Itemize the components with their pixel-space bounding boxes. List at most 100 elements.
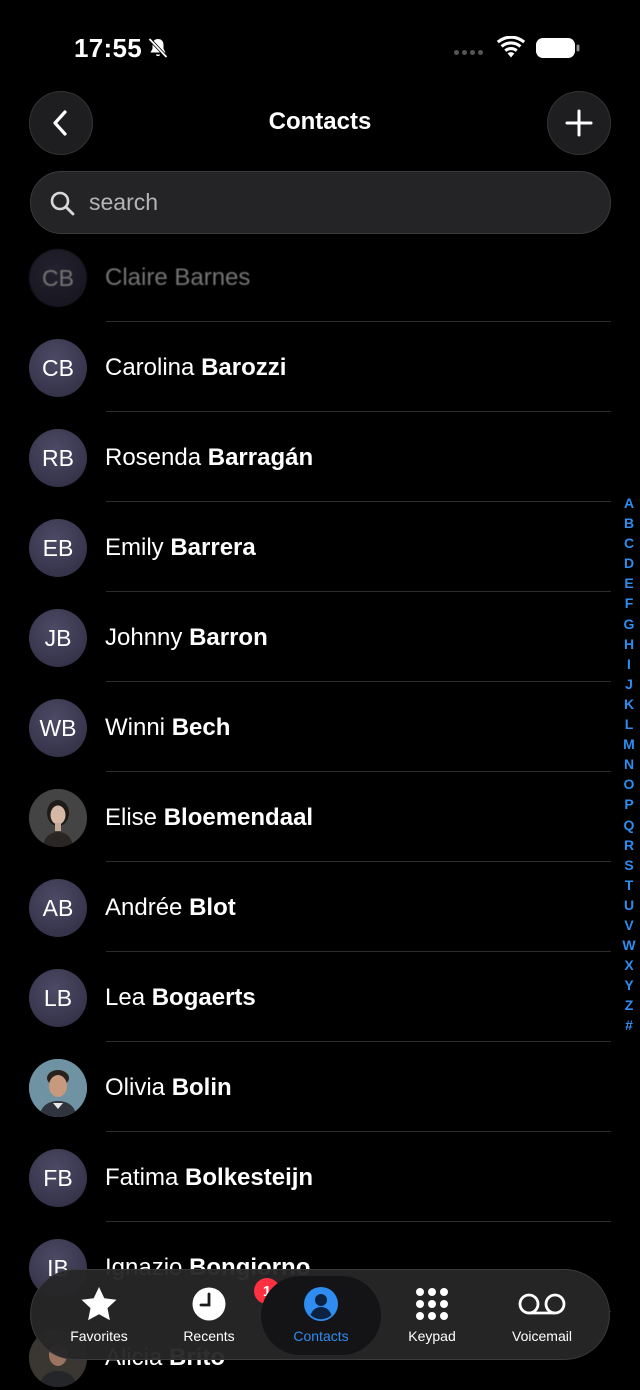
list-item[interactable]: Elise Bloemendaal bbox=[0, 773, 612, 863]
avatar: RB bbox=[29, 429, 87, 487]
avatar: EB bbox=[29, 519, 87, 577]
divider bbox=[106, 681, 611, 682]
search-input[interactable] bbox=[89, 189, 569, 216]
index-letter[interactable]: E bbox=[624, 573, 633, 593]
contact-first-name: Johnny bbox=[105, 624, 183, 651]
divider bbox=[106, 591, 611, 592]
tab-voicemail[interactable]: Voicemail bbox=[484, 1270, 600, 1361]
contact-last-name: Bech bbox=[171, 714, 231, 741]
contact-name: Johnny Barron bbox=[105, 624, 268, 652]
page-title: Contacts bbox=[268, 108, 372, 135]
divider bbox=[106, 501, 611, 502]
divider bbox=[106, 771, 611, 772]
divider bbox=[106, 411, 611, 412]
index-letter[interactable]: Y bbox=[624, 975, 633, 995]
list-item[interactable]: CB Carolina Barozzi bbox=[0, 323, 612, 413]
avatar: CB bbox=[29, 249, 87, 307]
index-letter[interactable]: H bbox=[624, 634, 634, 654]
index-letter[interactable]: K bbox=[624, 694, 634, 714]
status-time: 17:55 bbox=[74, 33, 142, 63]
index-letter[interactable]: C bbox=[624, 533, 634, 553]
list-item[interactable]: LB Lea Bogaerts bbox=[0, 953, 612, 1043]
contact-name: Olivia Bolin bbox=[105, 1074, 232, 1102]
index-letter[interactable]: M bbox=[623, 734, 635, 754]
contact-last-name: Barron bbox=[189, 624, 268, 651]
index-letter[interactable]: Q bbox=[624, 815, 635, 835]
contact-first-name: Claire bbox=[105, 264, 168, 291]
tab-label: Voicemail bbox=[512, 1328, 572, 1344]
index-letter[interactable]: B bbox=[624, 513, 634, 533]
index-letter[interactable]: # bbox=[625, 1015, 633, 1035]
index-letter[interactable]: O bbox=[624, 774, 635, 794]
index-letter[interactable]: R bbox=[624, 835, 634, 855]
contact-first-name: Carolina bbox=[105, 354, 195, 381]
tab-bar: Favorites Recents 1 Contacts Keypad Voic… bbox=[30, 1269, 610, 1360]
divider bbox=[106, 861, 611, 862]
add-contact-button[interactable] bbox=[547, 91, 611, 155]
tab-recents[interactable]: Recents bbox=[151, 1270, 267, 1361]
contact-photo bbox=[29, 789, 87, 847]
index-letter[interactable]: A bbox=[624, 493, 634, 513]
tab-favorites[interactable]: Favorites bbox=[41, 1270, 157, 1361]
battery-icon bbox=[536, 38, 580, 58]
index-letter[interactable]: V bbox=[624, 915, 633, 935]
tab-label: Keypad bbox=[408, 1328, 456, 1344]
index-letter[interactable]: Z bbox=[625, 995, 634, 1015]
contact-photo bbox=[29, 1059, 87, 1117]
index-letter[interactable]: T bbox=[625, 875, 634, 895]
contact-name: Winni Bech bbox=[105, 714, 230, 742]
plus-icon bbox=[565, 109, 593, 137]
contact-last-name: Barozzi bbox=[201, 354, 287, 381]
index-letter[interactable]: W bbox=[622, 935, 635, 955]
index-letter[interactable]: S bbox=[624, 855, 633, 875]
list-item[interactable]: EB Emily Barrera bbox=[0, 503, 612, 593]
list-item[interactable]: Olivia Bolin bbox=[0, 1043, 612, 1133]
index-letter[interactable]: U bbox=[624, 895, 634, 915]
tab-label: Recents bbox=[183, 1328, 235, 1344]
contact-name: Lea Bogaerts bbox=[105, 984, 256, 1012]
list-item[interactable]: JB Johnny Barron bbox=[0, 593, 612, 683]
tab-label: Contacts bbox=[293, 1328, 349, 1344]
contact-name: Rosenda Barragán bbox=[105, 444, 313, 472]
list-item[interactable]: WB Winni Bech bbox=[0, 683, 612, 773]
search-bar[interactable] bbox=[30, 171, 611, 234]
contact-last-name: Blot bbox=[189, 894, 236, 921]
woman-portrait-icon bbox=[29, 789, 87, 847]
star-icon bbox=[79, 1284, 119, 1324]
contact-last-name: Barrera bbox=[170, 534, 256, 561]
list-item[interactable]: CB Claire Barnes bbox=[0, 233, 612, 323]
index-letter[interactable]: G bbox=[624, 614, 635, 634]
cellular-signal-icon bbox=[454, 50, 483, 55]
list-item[interactable]: AB Andrée Blot bbox=[0, 863, 612, 953]
wifi-icon bbox=[496, 36, 526, 58]
contact-last-name: Barnes bbox=[174, 264, 251, 291]
index-letter[interactable]: L bbox=[625, 714, 634, 734]
contact-name: Emily Barrera bbox=[105, 534, 256, 562]
list-item[interactable]: FB Fatima Bolkesteijn bbox=[0, 1133, 612, 1223]
list-item[interactable]: RB Rosenda Barragán bbox=[0, 413, 612, 503]
divider bbox=[106, 951, 611, 952]
contact-first-name: Lea bbox=[105, 984, 146, 1011]
divider bbox=[106, 1131, 611, 1132]
avatar: JB bbox=[29, 609, 87, 667]
contact-first-name: Olivia bbox=[105, 1074, 166, 1101]
index-letter[interactable]: I bbox=[627, 654, 631, 674]
contact-name: Claire Barnes bbox=[105, 264, 250, 292]
contact-name: Carolina Barozzi bbox=[105, 354, 286, 382]
contact-last-name: Bolin bbox=[171, 1074, 232, 1101]
index-letter[interactable]: N bbox=[624, 754, 634, 774]
index-letter[interactable]: D bbox=[624, 553, 634, 573]
tab-keypad[interactable]: Keypad bbox=[374, 1270, 490, 1361]
index-letter[interactable]: J bbox=[625, 674, 633, 694]
alphabet-index[interactable]: A B C D E F G H I J K L M N O P Q R S T U V W X Y Z # bbox=[618, 493, 640, 1036]
tab-contacts[interactable]: Contacts bbox=[261, 1276, 381, 1355]
divider bbox=[106, 1041, 611, 1042]
index-letter[interactable]: P bbox=[624, 794, 633, 814]
divider bbox=[106, 1221, 611, 1222]
index-letter[interactable]: F bbox=[625, 593, 634, 613]
index-letter[interactable]: X bbox=[624, 955, 633, 975]
contact-last-name: Bogaerts bbox=[151, 984, 256, 1011]
bell-off-icon bbox=[148, 37, 168, 59]
contact-last-name: Bolkesteijn bbox=[185, 1164, 314, 1191]
contact-name: Andrée Blot bbox=[105, 894, 236, 922]
